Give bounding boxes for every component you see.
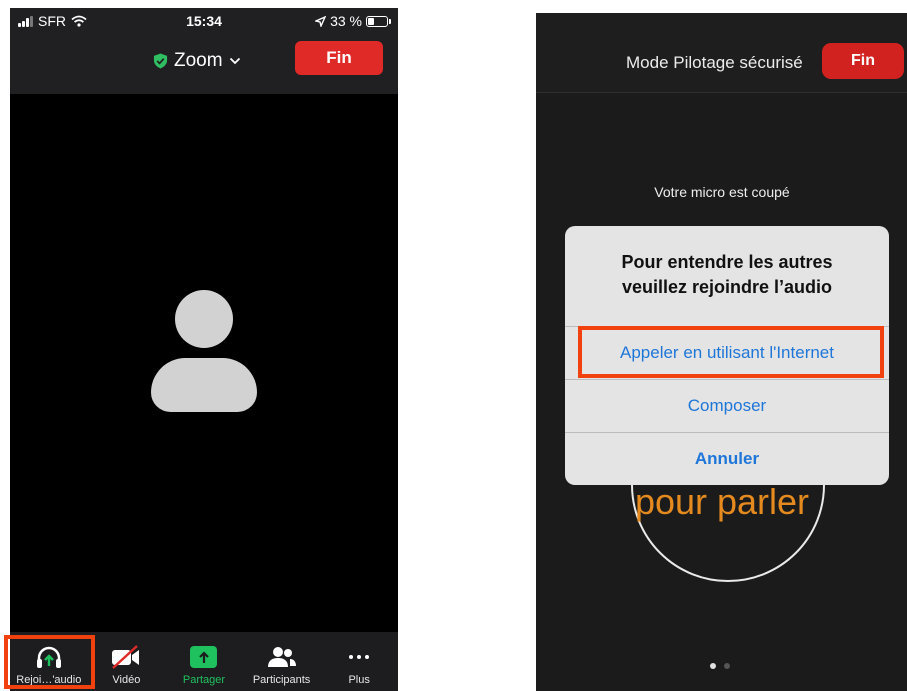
- page-dot-active: [710, 663, 716, 669]
- end-meeting-button-right[interactable]: Fin: [822, 43, 904, 79]
- share-label: Partager: [182, 674, 226, 686]
- battery-percent: 33 %: [330, 13, 362, 29]
- participants-icon: [267, 643, 297, 671]
- zoom-meeting-screen: SFR 15:34 33 % Zoom Fin Rejoi…'audio Vid…: [10, 8, 398, 691]
- speak-hint-text: pour parler: [634, 481, 810, 522]
- meeting-name: Zoom: [174, 50, 223, 71]
- mute-status-text: Votre micro est coupé: [654, 184, 790, 200]
- participant-avatar-icon: [151, 290, 257, 412]
- highlight-box-call-internet: [578, 326, 884, 378]
- shield-check-icon: [153, 53, 168, 69]
- video-off-icon: [109, 643, 143, 671]
- dialog-title-line2: veuillez rejoindre l’audio: [621, 277, 833, 297]
- participants-button[interactable]: Participants: [243, 632, 321, 691]
- more-button[interactable]: Plus: [320, 632, 398, 691]
- end-meeting-button[interactable]: Fin: [295, 41, 383, 75]
- battery-icon: [366, 15, 391, 27]
- dial-in-button[interactable]: Composer: [565, 379, 889, 432]
- status-bar: SFR 15:34 33 %: [10, 8, 398, 36]
- carrier-name: SFR: [38, 13, 66, 29]
- signal-icon: [18, 15, 33, 27]
- chevron-down-icon: [229, 57, 240, 65]
- share-button[interactable]: Partager: [165, 632, 243, 691]
- more-label: Plus: [348, 674, 370, 686]
- more-dots-icon: [349, 643, 370, 671]
- page-dot: [724, 663, 730, 669]
- header-title: Mode Pilotage sécurisé: [626, 53, 803, 72]
- carrier-info: SFR: [18, 13, 87, 29]
- cancel-button[interactable]: Annuler: [565, 432, 889, 485]
- location-arrow-icon: [315, 15, 327, 27]
- video-label: Vidéo: [112, 674, 141, 686]
- safe-driving-header: Mode Pilotage sécurisé Fin: [536, 13, 907, 93]
- meeting-header: Zoom Fin: [10, 36, 398, 94]
- video-button[interactable]: Vidéo: [88, 632, 166, 691]
- dialog-title: Pour entendre les autres veuillez rejoin…: [565, 250, 889, 300]
- wifi-icon: [71, 15, 87, 27]
- page-indicator: [710, 663, 730, 669]
- highlight-box-join-audio: [4, 635, 95, 689]
- battery-fill: [368, 17, 374, 25]
- participants-label: Participants: [252, 674, 311, 686]
- status-right: 33 %: [315, 13, 391, 29]
- share-screen-icon: [190, 643, 218, 671]
- dialog-title-line1: Pour entendre les autres: [621, 252, 833, 272]
- meeting-title-dropdown[interactable]: Zoom: [153, 50, 241, 72]
